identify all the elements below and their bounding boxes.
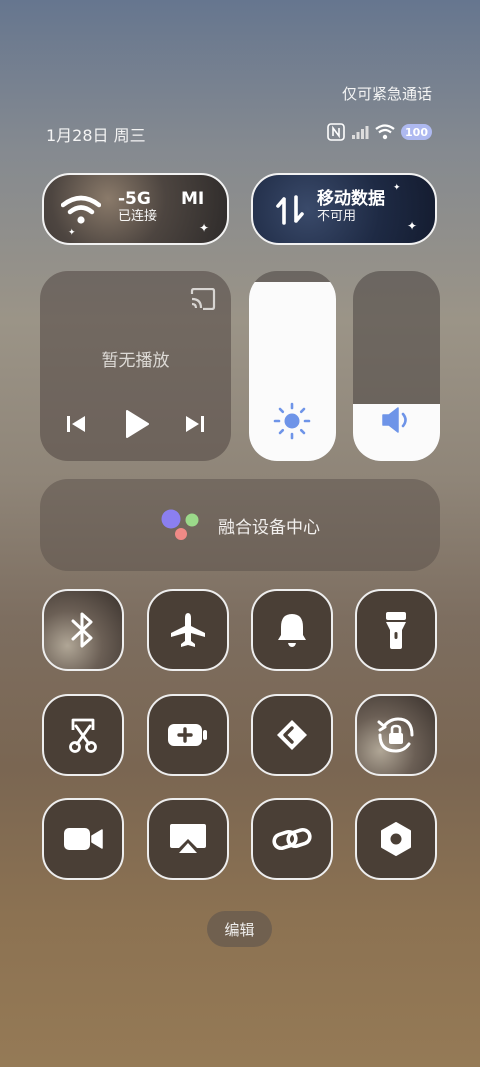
volume-slider[interactable] (353, 271, 440, 461)
nfc-icon (327, 123, 345, 141)
sparkle-icon: ✦ (407, 219, 418, 233)
ring-mode-toggle[interactable] (251, 589, 333, 671)
sparkle-icon: ✦ (68, 228, 76, 238)
wifi-name-suffix: MI (181, 189, 205, 209)
data-arrows-icon (276, 195, 304, 225)
battery-saver-toggle[interactable] (147, 694, 229, 776)
edit-button[interactable]: 编辑 (207, 911, 272, 947)
previous-icon[interactable] (66, 414, 86, 434)
sparkle-icon: ✦ (393, 183, 401, 193)
link-icon (272, 827, 312, 851)
wifi-tile[interactable]: -5G 已连接 MI ✦ ✦ (42, 173, 229, 245)
airplane-mode-toggle[interactable] (147, 589, 229, 671)
settings-toggle[interactable] (355, 798, 437, 880)
airplane-icon (171, 613, 205, 647)
battery-saver-icon (168, 724, 207, 746)
brightness-slider[interactable] (249, 271, 336, 461)
rotation-lock-icon (377, 717, 414, 753)
wifi-status-icon (375, 124, 395, 140)
screenshot-scissors-icon (69, 718, 97, 753)
next-icon[interactable] (185, 414, 205, 434)
media-player-card[interactable]: 暂无播放 (40, 271, 231, 461)
nearby-share-toggle[interactable] (251, 694, 333, 776)
link-toggle[interactable] (251, 798, 333, 880)
date-label: 1月28日 周三 (46, 126, 146, 145)
wifi-status: 已连接 (118, 209, 158, 224)
screen-record-toggle[interactable] (42, 798, 124, 880)
mobile-data-title: 移动数据 (317, 189, 385, 209)
rotation-lock-toggle[interactable] (355, 694, 437, 776)
nearby-share-icon (277, 720, 307, 750)
media-title: 暂无播放 (101, 351, 170, 371)
flashlight-icon (386, 612, 406, 649)
fusion-device-center[interactable]: 融合设备中心 (40, 479, 440, 571)
fusion-label: 融合设备中心 (218, 517, 320, 538)
status-icons: 100 (327, 123, 432, 141)
wifi-icon (61, 195, 101, 224)
fusion-dots-icon (161, 509, 199, 540)
screen-cast-toggle[interactable] (147, 798, 229, 880)
bluetooth-toggle[interactable] (42, 589, 124, 671)
signal-icon (352, 126, 369, 139)
battery-percent: 100 (405, 125, 428, 139)
cast-icon[interactable] (190, 288, 216, 310)
mobile-data-tile[interactable]: 移动数据 不可用 ✦ ✦ (251, 173, 437, 245)
screenshot-toggle[interactable] (42, 694, 124, 776)
wifi-name: -5G (118, 189, 151, 209)
sun-icon (273, 402, 311, 440)
speaker-icon (382, 407, 407, 433)
flashlight-toggle[interactable] (355, 589, 437, 671)
bluetooth-icon (71, 612, 93, 648)
bell-icon (278, 614, 306, 647)
emergency-calls-only: 仅可紧急通话 (342, 85, 433, 103)
battery-icon: 100 (401, 124, 432, 140)
play-icon[interactable] (124, 409, 150, 439)
video-camera-icon (64, 828, 103, 850)
mobile-data-status: 不可用 (317, 209, 357, 224)
sparkle-icon: ✦ (199, 221, 210, 235)
screen-cast-icon (170, 824, 206, 853)
settings-hex-icon (381, 822, 411, 856)
